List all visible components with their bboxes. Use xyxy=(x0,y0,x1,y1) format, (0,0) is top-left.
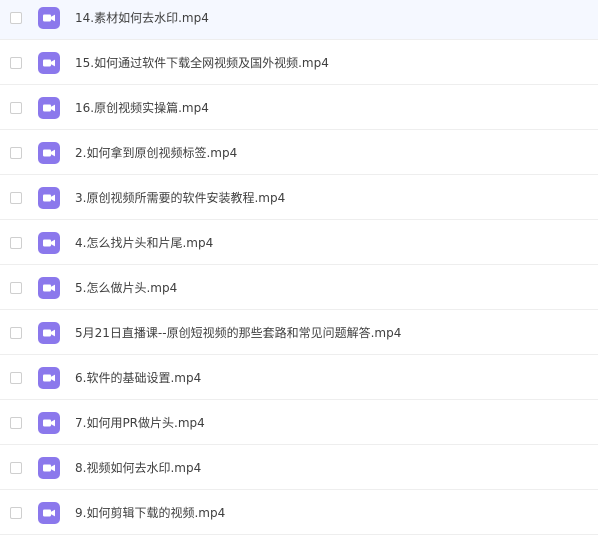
list-item[interactable]: 8.视频如何去水印.mp4 xyxy=(0,445,598,490)
row-checkbox[interactable] xyxy=(10,282,22,294)
video-file-icon xyxy=(38,412,60,434)
video-file-icon xyxy=(38,367,60,389)
row-checkbox[interactable] xyxy=(10,192,22,204)
list-item[interactable]: 16.原创视频实操篇.mp4 xyxy=(0,85,598,130)
list-item[interactable]: 7.如何用PR做片头.mp4 xyxy=(0,400,598,445)
list-item[interactable]: 2.如何拿到原创视频标签.mp4 xyxy=(0,130,598,175)
file-name[interactable]: 6.软件的基础设置.mp4 xyxy=(75,370,201,386)
row-checkbox[interactable] xyxy=(10,417,22,429)
video-file-icon xyxy=(38,277,60,299)
row-checkbox[interactable] xyxy=(10,12,22,24)
row-checkbox[interactable] xyxy=(10,147,22,159)
file-name[interactable]: 2.如何拿到原创视频标签.mp4 xyxy=(75,145,237,161)
row-checkbox[interactable] xyxy=(10,102,22,114)
video-file-icon xyxy=(38,232,60,254)
video-file-icon xyxy=(38,502,60,524)
list-item[interactable]: 4.怎么找片头和片尾.mp4 xyxy=(0,220,598,265)
list-item[interactable]: 6.软件的基础设置.mp4 xyxy=(0,355,598,400)
file-name[interactable]: 14.素材如何去水印.mp4 xyxy=(75,10,209,26)
file-name[interactable]: 5.怎么做片头.mp4 xyxy=(75,280,177,296)
file-name[interactable]: 5月21日直播课--原创短视频的那些套路和常见问题解答.mp4 xyxy=(75,325,401,341)
row-checkbox[interactable] xyxy=(10,57,22,69)
list-item[interactable]: 5.怎么做片头.mp4 xyxy=(0,265,598,310)
file-list: 14.素材如何去水印.mp4 15.如何通过软件下载全网视频及国外视频.mp4 … xyxy=(0,0,598,540)
video-file-icon xyxy=(38,322,60,344)
list-item[interactable]: 5月21日直播课--原创短视频的那些套路和常见问题解答.mp4 xyxy=(0,310,598,355)
file-name[interactable]: 15.如何通过软件下载全网视频及国外视频.mp4 xyxy=(75,55,329,71)
list-item[interactable]: 3.原创视频所需要的软件安装教程.mp4 xyxy=(0,175,598,220)
video-file-icon xyxy=(38,142,60,164)
file-name[interactable]: 4.怎么找片头和片尾.mp4 xyxy=(75,235,213,251)
file-name[interactable]: 9.如何剪辑下载的视频.mp4 xyxy=(75,505,225,521)
list-item[interactable]: 14.素材如何去水印.mp4 xyxy=(0,0,598,40)
row-checkbox[interactable] xyxy=(10,462,22,474)
video-file-icon xyxy=(38,7,60,29)
row-checkbox[interactable] xyxy=(10,507,22,519)
file-name[interactable]: 8.视频如何去水印.mp4 xyxy=(75,460,201,476)
file-name[interactable]: 7.如何用PR做片头.mp4 xyxy=(75,415,205,431)
video-file-icon xyxy=(38,457,60,479)
row-checkbox[interactable] xyxy=(10,237,22,249)
video-file-icon xyxy=(38,187,60,209)
file-name[interactable]: 16.原创视频实操篇.mp4 xyxy=(75,100,209,116)
list-item[interactable]: 9.如何剪辑下载的视频.mp4 xyxy=(0,490,598,535)
video-file-icon xyxy=(38,97,60,119)
file-name[interactable]: 3.原创视频所需要的软件安装教程.mp4 xyxy=(75,190,285,206)
video-file-icon xyxy=(38,52,60,74)
list-item[interactable]: 15.如何通过软件下载全网视频及国外视频.mp4 xyxy=(0,40,598,85)
row-checkbox[interactable] xyxy=(10,327,22,339)
row-checkbox[interactable] xyxy=(10,372,22,384)
